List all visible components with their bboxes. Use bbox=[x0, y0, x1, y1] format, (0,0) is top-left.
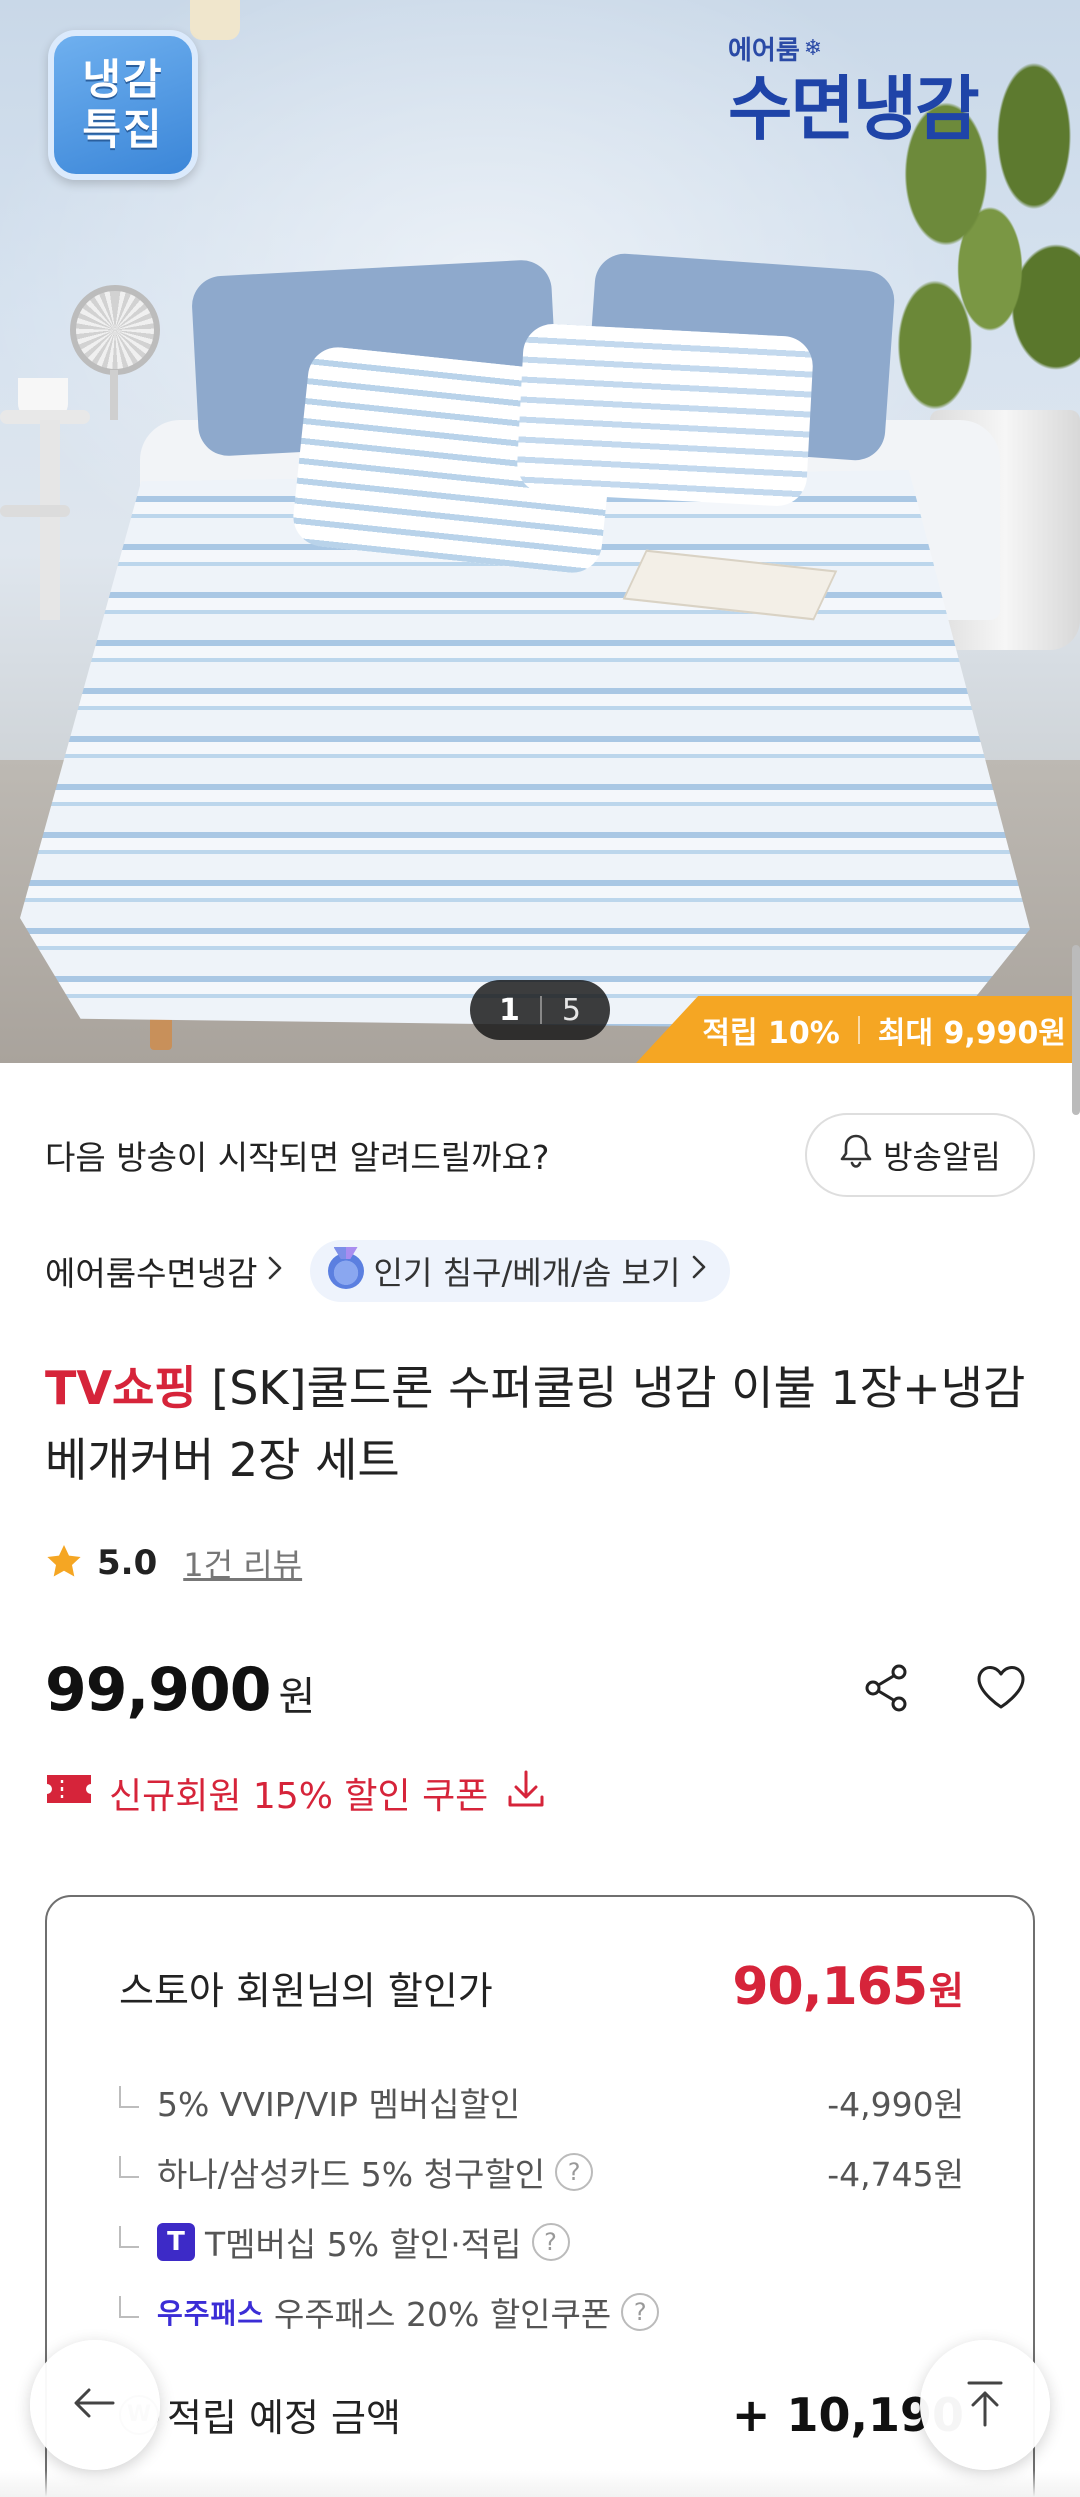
discount-row-tmembership: T T멤버십 5% 할인·적립 ? bbox=[119, 2207, 964, 2277]
price-value: 99,900 bbox=[45, 1655, 272, 1725]
uzupass-logo: 우주패스 bbox=[157, 2297, 265, 2330]
channel-label: TV쇼핑 bbox=[45, 1361, 197, 1415]
points-row: W 적립 예정 금액 + 10,190 bbox=[119, 2387, 964, 2442]
popular-category-label: 인기 침구/베개/솜 보기 bbox=[373, 1254, 681, 1292]
discount-label: 우주패스 20% 할인쿠폰 bbox=[274, 2295, 612, 2334]
popular-category-pill[interactable]: 인기 침구/베개/솜 보기 bbox=[309, 1240, 731, 1302]
pager-total: 5 bbox=[561, 992, 581, 1028]
points-label: 적립 예정 금액 bbox=[167, 2396, 401, 2440]
price-row: 99,900 원 bbox=[45, 1650, 1035, 1730]
brand-logo: 에어룸 ❄ 수면냉감 bbox=[728, 30, 1028, 151]
brand-store-link[interactable]: 에어룸수면냉감 bbox=[45, 1247, 284, 1295]
discount-row-label-group: 우주패스 우주패스 20% 할인쿠폰 ? bbox=[119, 2288, 660, 2336]
help-icon[interactable]: ? bbox=[555, 2153, 594, 2191]
product-title: TV쇼핑 [SK]쿨드론 수퍼쿨링 냉감 이불 1장+냉감 베개커버 2장 세트 bbox=[45, 1352, 1035, 1496]
share-icon[interactable] bbox=[859, 1660, 915, 1720]
heart-icon[interactable] bbox=[973, 1660, 1029, 1720]
photo-side-stand bbox=[40, 420, 60, 620]
scroll-top-button[interactable] bbox=[920, 2340, 1050, 2470]
discount-row-label-group: 하나/삼성카드 5% 청구할인 ? bbox=[119, 2148, 594, 2196]
arrow-left-icon bbox=[65, 2373, 125, 2437]
coupon-download[interactable]: 신규회원 15% 할인 쿠폰 bbox=[45, 1763, 548, 1823]
back-button[interactable] bbox=[30, 2340, 160, 2470]
reward-divider bbox=[857, 1015, 860, 1044]
product-image-carousel[interactable]: 냉감 특집 에어룸 ❄ 수면냉감 1 5 적립 10% 최대 9,990원 bbox=[0, 0, 1080, 1063]
photo-fan-pole bbox=[110, 370, 118, 420]
chevron-right-icon bbox=[690, 1252, 708, 1290]
rating-row: 5.0 1건 리뷰 bbox=[45, 1535, 302, 1591]
t-membership-logo-icon: T bbox=[157, 2223, 195, 2261]
photo-lamp bbox=[190, 0, 240, 40]
medal-icon bbox=[327, 1253, 364, 1289]
photo-fan bbox=[70, 285, 160, 375]
pager-current: 1 bbox=[499, 992, 520, 1028]
discount-list: 5% VVIP/VIP 멤버십할인 -4,990원 하나/삼성카드 5% 청구할… bbox=[119, 2067, 964, 2347]
discount-amount: -4,990원 bbox=[827, 2085, 964, 2124]
member-price-value: 90,165 bbox=[732, 1957, 928, 2017]
notify-question: 다음 방송이 시작되면 알려드릴까요? bbox=[45, 1138, 550, 1177]
image-pager: 1 5 bbox=[470, 980, 610, 1040]
member-price-header: 스토아 회원님의 할인가 90,165 원 bbox=[119, 1957, 964, 2017]
discount-amount: -4,745원 bbox=[827, 2155, 964, 2194]
price-actions bbox=[859, 1660, 1035, 1720]
tree-elbow bbox=[119, 2296, 139, 2318]
discount-label: 5% VVIP/VIP 멤버십할인 bbox=[157, 2085, 521, 2124]
discount-row-uzupass: 우주패스 우주패스 20% 할인쿠폰 ? bbox=[119, 2277, 964, 2347]
brand-logo-small: 에어룸 ❄ bbox=[728, 30, 1028, 67]
discount-row-card: 하나/삼성카드 5% 청구할인 ? -4,745원 bbox=[119, 2137, 964, 2207]
promo-badge: 냉감 특집 bbox=[48, 30, 198, 180]
bell-icon bbox=[839, 1133, 873, 1177]
discount-label: T멤버십 5% 할인·적립 bbox=[205, 2225, 522, 2264]
member-price: 90,165 원 bbox=[732, 1957, 964, 2017]
reward-rate: 적립 10% bbox=[702, 1015, 840, 1051]
snowflake-icon: ❄ bbox=[803, 36, 823, 61]
bottom-fade bbox=[0, 2470, 1080, 2497]
discount-row-vip: 5% VVIP/VIP 멤버십할인 -4,990원 bbox=[119, 2067, 964, 2137]
broadcast-alert-label: 방송알림 bbox=[883, 1138, 1001, 1176]
chevron-right-icon bbox=[266, 1252, 284, 1291]
photo-side-shelf bbox=[0, 505, 70, 517]
price-unit: 원 bbox=[278, 1674, 316, 1720]
help-icon[interactable]: ? bbox=[531, 2223, 570, 2261]
points-label-group: W 적립 예정 금액 bbox=[119, 2387, 401, 2442]
pager-divider bbox=[539, 996, 542, 1024]
promo-badge-line2: 특집 bbox=[82, 105, 164, 154]
brand-store-label: 에어룸수면냉감 bbox=[45, 1254, 258, 1293]
download-icon bbox=[504, 1767, 548, 1820]
coupon-label: 신규회원 15% 할인 쿠폰 bbox=[109, 1776, 489, 1817]
discount-label: 하나/삼성카드 5% 청구할인 bbox=[157, 2155, 546, 2194]
rating-value: 5.0 bbox=[97, 1543, 158, 1583]
tree-elbow bbox=[119, 2226, 139, 2248]
photo-pillow-striped bbox=[515, 322, 815, 508]
coupon-ticket-icon bbox=[45, 1771, 93, 1816]
page-scrollbar[interactable] bbox=[1072, 945, 1080, 1115]
member-price-label: 스토아 회원님의 할인가 bbox=[119, 1968, 493, 2013]
product-price: 99,900 원 bbox=[45, 1655, 315, 1725]
broadcast-alert-button[interactable]: 방송알림 bbox=[805, 1113, 1035, 1197]
reward-max: 최대 9,990원 bbox=[877, 1015, 1066, 1051]
discount-row-label-group: T T멤버십 5% 할인·적립 ? bbox=[119, 2218, 570, 2266]
category-row: 에어룸수면냉감 인기 침구/베개/솜 보기 bbox=[45, 1240, 1035, 1302]
star-icon bbox=[45, 1543, 83, 1583]
tree-elbow bbox=[119, 2156, 139, 2178]
broadcast-notify-row: 다음 방송이 시작되면 알려드릴까요? 방송알림 bbox=[45, 1113, 1035, 1197]
review-link[interactable]: 1건 리뷰 bbox=[183, 1540, 302, 1586]
discount-row-label-group: 5% VVIP/VIP 멤버십할인 bbox=[119, 2078, 520, 2126]
member-price-unit: 원 bbox=[929, 1969, 964, 2013]
arrow-up-icon bbox=[955, 2373, 1015, 2437]
member-discount-card: 스토아 회원님의 할인가 90,165 원 5% VVIP/VIP 멤버십할인 … bbox=[45, 1895, 1035, 2497]
tree-elbow bbox=[119, 2086, 139, 2108]
brand-logo-big: 수면냉감 bbox=[728, 68, 980, 150]
promo-badge-line1: 냉감 bbox=[82, 55, 164, 104]
help-icon[interactable]: ? bbox=[621, 2293, 660, 2331]
brand-logo-small-text: 에어룸 bbox=[728, 36, 800, 66]
reward-ribbon: 적립 10% 최대 9,990원 bbox=[636, 996, 1080, 1063]
